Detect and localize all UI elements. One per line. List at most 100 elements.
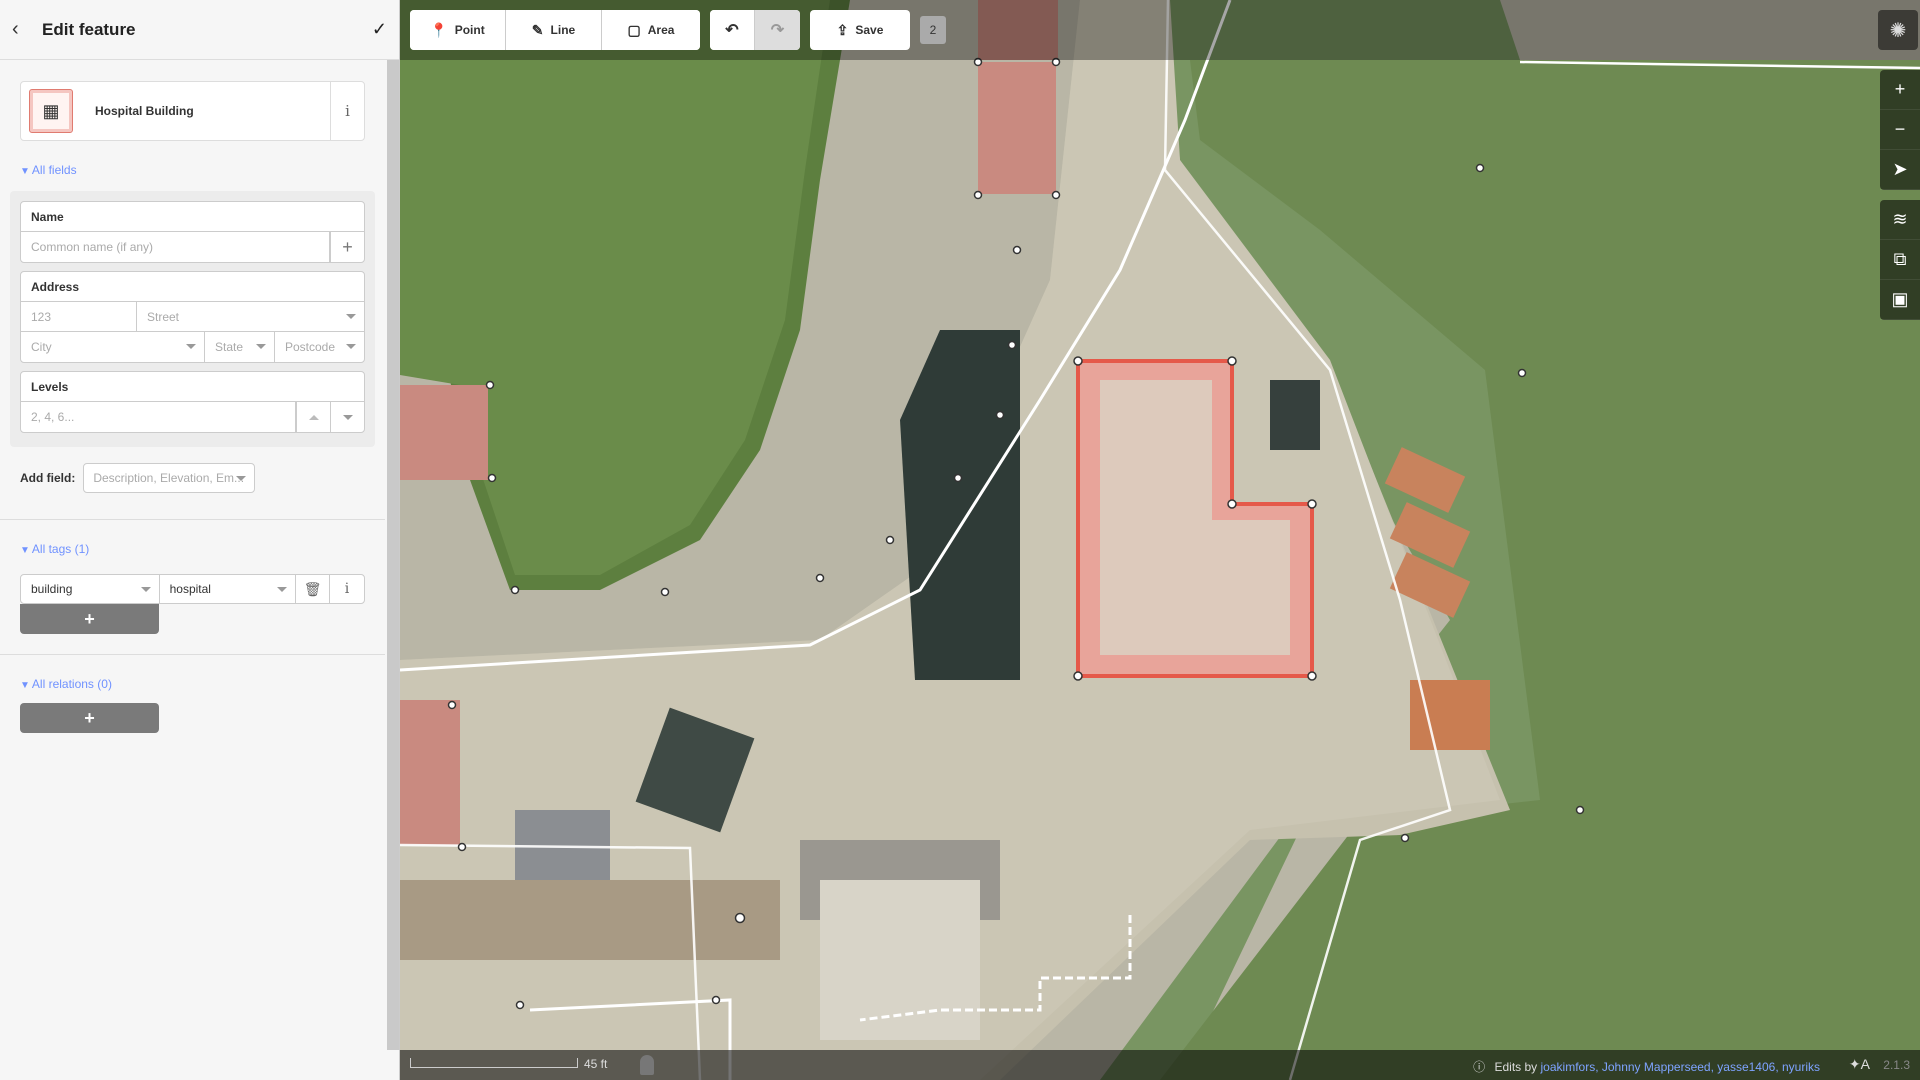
info-icon: i xyxy=(344,581,350,597)
done-check-icon[interactable]: ✓ xyxy=(372,19,387,40)
chevron-down-icon xyxy=(277,587,288,592)
attribution: ⓘ Edits by joakimfors, Johnny Mapperseed… xyxy=(1473,1060,1820,1074)
location-arrow-icon: ➤ xyxy=(1892,159,1908,179)
chevron-up-icon xyxy=(308,414,319,420)
map-canvas[interactable] xyxy=(400,0,1920,1080)
add-field-combo[interactable]: Description, Elevation, Em... xyxy=(83,463,256,493)
levels-increment-button[interactable] xyxy=(296,402,330,432)
chevron-down-icon xyxy=(186,344,196,349)
name-label: Name xyxy=(21,202,364,232)
line-icon: ✎ xyxy=(531,21,544,38)
redo-icon: ↷ xyxy=(770,22,785,39)
plus-icon: + xyxy=(84,608,95,629)
divider xyxy=(0,519,385,520)
levels-field: Levels 2, 4, 6... xyxy=(20,371,365,433)
geolocate-button[interactable]: ➤ xyxy=(1880,150,1920,190)
map-imagery[interactable] xyxy=(400,0,1920,1080)
street-combo[interactable]: Street xyxy=(137,302,364,331)
plus-icon: + xyxy=(84,707,95,728)
levels-label: Levels xyxy=(21,372,364,402)
add-field-row: Add field: Description, Elevation, Em... xyxy=(20,463,385,493)
point-icon: 📍 xyxy=(430,21,448,38)
scale-label: 45 ft xyxy=(584,1057,608,1071)
chevron-down-icon xyxy=(236,476,247,481)
fields-container: Name Common name (if any) + Address 123 … xyxy=(10,191,375,447)
save-group: ⇪ Save xyxy=(810,10,910,50)
add-line-button[interactable]: ✎ Line xyxy=(506,10,602,50)
zoom-out-button[interactable]: − xyxy=(1880,110,1920,150)
chevron-down-icon xyxy=(256,344,266,349)
sidebar-content: ▦ Hospital Building i ▼ All fields Name C… xyxy=(0,61,385,1050)
name-input[interactable]: Common name (if any) xyxy=(21,232,330,262)
back-chevron-icon[interactable]: ‹ xyxy=(12,18,36,41)
tag-key-input[interactable]: building xyxy=(21,575,160,603)
postcode-combo[interactable]: Postcode xyxy=(275,332,364,362)
add-area-button[interactable]: ▢ Area xyxy=(602,10,700,50)
map-data-pane-button[interactable]: ⧉ xyxy=(1880,240,1920,280)
minus-icon: − xyxy=(1894,119,1906,139)
scale-bar[interactable] xyxy=(410,1058,578,1068)
all-tags-toggle[interactable]: ▼ All tags (1) xyxy=(20,542,385,556)
city-combo[interactable]: City xyxy=(21,332,205,362)
info-icon: i xyxy=(345,102,350,120)
data-icon: ⧉ xyxy=(1893,249,1907,269)
sidebar-header: ‹ Edit feature ✓ xyxy=(0,0,399,60)
plus-icon: + xyxy=(1894,79,1906,99)
sidebar-scrollbar[interactable] xyxy=(387,60,399,1050)
undo-button[interactable]: ↶ xyxy=(710,10,755,50)
trash-icon: 🗑 xyxy=(303,580,322,597)
upload-icon: ⇪ xyxy=(836,21,849,38)
info-icon: ⓘ xyxy=(1473,1060,1486,1074)
building-icon: ▦ xyxy=(29,89,73,133)
background-pane-button[interactable]: ≋ xyxy=(1880,200,1920,240)
layers-icon: ≋ xyxy=(1892,209,1908,229)
disclosure-triangle-icon: ▼ xyxy=(20,166,30,177)
map-pin-icon xyxy=(640,1055,654,1075)
app: 📍 Point ✎ Line ▢ Area ↶ ↷ ⇪ Save 2 ✺ + − ➤ ≋… xyxy=(0,0,1920,1080)
all-relations-toggle[interactable]: ▼ All relations (0) xyxy=(20,677,385,691)
panel-controls: ≋ ⧉ ▣ xyxy=(1880,200,1920,320)
address-field: Address 123 Street City State Postcode xyxy=(20,271,365,363)
tag-value-input[interactable]: hospital xyxy=(160,575,297,603)
add-point-button[interactable]: 📍 Point xyxy=(410,10,506,50)
save-button[interactable]: ⇪ Save xyxy=(810,10,910,50)
add-localized-name-button[interactable]: + xyxy=(330,232,364,262)
delete-tag-button[interactable]: 🗑 xyxy=(296,575,331,603)
contributors-link[interactable]: joakimfors, Johnny Mapperseed, yasse1406… xyxy=(1541,1060,1820,1074)
chevron-down-icon xyxy=(346,314,356,319)
disclosure-triangle-icon: ▼ xyxy=(20,545,30,556)
header-title: Edit feature xyxy=(42,19,136,39)
preset-selector[interactable]: ▦ Hospital Building i xyxy=(20,81,365,141)
preset-name: Hospital Building xyxy=(95,104,194,118)
disclosure-triangle-icon: ▼ xyxy=(20,680,30,691)
area-icon: ▢ xyxy=(627,21,641,38)
chevron-down-icon xyxy=(140,587,151,592)
all-fields-toggle[interactable]: ▼ All fields xyxy=(20,163,385,177)
state-combo[interactable]: State xyxy=(205,332,275,362)
bug-icon[interactable]: ✦A xyxy=(1849,1056,1870,1073)
sidebar: ‹ Edit feature ✓ ▦ Hospital Building i ▼… xyxy=(0,0,400,1080)
loading-spinner-icon: ✺ xyxy=(1878,10,1918,50)
issues-pane-button[interactable]: ▣ xyxy=(1880,280,1920,320)
zoom-in-button[interactable]: + xyxy=(1880,70,1920,110)
tag-info-button[interactable]: i xyxy=(330,575,364,603)
name-field: Name Common name (if any) + xyxy=(20,201,365,263)
address-label: Address xyxy=(21,272,364,302)
map-footer: 45 ft ⓘ Edits by joakimfors, Johnny Mapp… xyxy=(400,1050,1920,1080)
draw-mode-group: 📍 Point ✎ Line ▢ Area xyxy=(410,10,700,50)
levels-input[interactable]: 2, 4, 6... xyxy=(21,402,296,432)
levels-decrement-button[interactable] xyxy=(330,402,364,432)
redo-button[interactable]: ↷ xyxy=(755,10,800,50)
undo-icon: ↶ xyxy=(725,22,739,39)
edit-count-badge: 2 xyxy=(920,16,946,44)
preset-info-button[interactable]: i xyxy=(330,82,364,140)
top-toolbar: 📍 Point ✎ Line ▢ Area ↶ ↷ ⇪ Save 2 ✺ xyxy=(400,0,1920,60)
help-book-icon: ▣ xyxy=(1891,289,1909,309)
add-tag-button[interactable]: + xyxy=(20,604,159,634)
add-relation-button[interactable]: + xyxy=(20,703,159,733)
plus-icon: + xyxy=(342,236,353,257)
divider xyxy=(0,654,385,655)
housenumber-input[interactable]: 123 xyxy=(21,302,137,331)
version-label: 2.1.3 xyxy=(1883,1058,1910,1072)
chevron-down-icon xyxy=(342,414,353,420)
